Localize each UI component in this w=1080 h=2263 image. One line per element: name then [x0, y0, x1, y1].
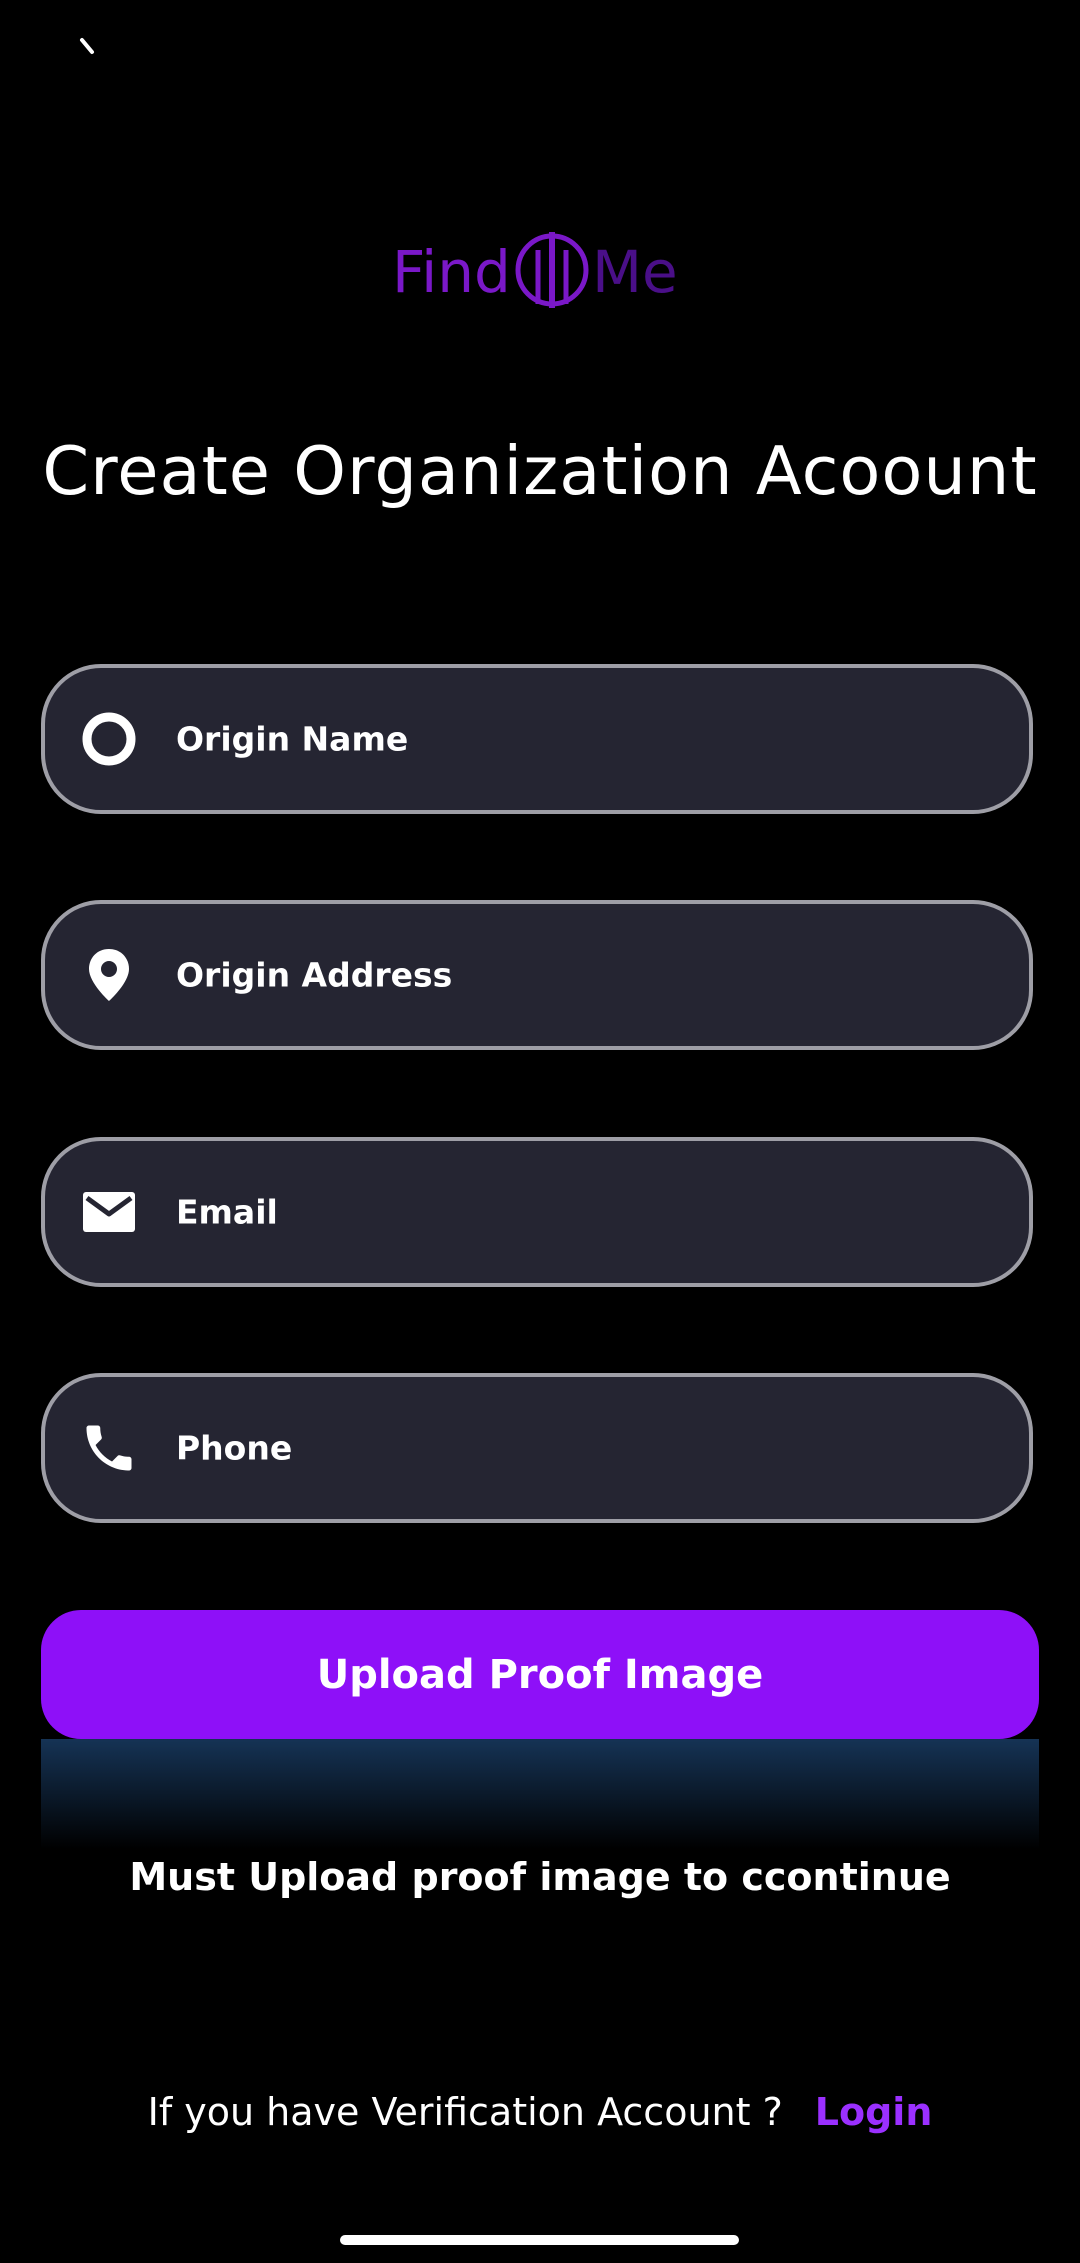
phone-icon [79, 1418, 139, 1478]
back-arrow-icon[interactable] [70, 30, 110, 70]
phone-placeholder: Phone [176, 1428, 293, 1468]
upload-required-notice: Must Upload proof image to ccontinue [129, 1855, 951, 1899]
upload-proof-image-button[interactable]: Upload Proof Image [41, 1610, 1039, 1739]
origin-name-placeholder: Origin Name [176, 719, 409, 759]
email-placeholder: Email [176, 1192, 278, 1232]
origin-name-field[interactable]: Origin Name [41, 664, 1033, 814]
svg-text:Me: Me [592, 238, 678, 306]
email-field[interactable]: Email [41, 1137, 1033, 1287]
login-link[interactable]: Login [815, 2090, 933, 2134]
login-question: If you have Verification Account ? [147, 2090, 783, 2134]
origin-address-field[interactable]: Origin Address [41, 900, 1033, 1050]
svg-text:Find: Find [392, 238, 511, 306]
login-prompt: If you have Verification Account ? Login [0, 2090, 1080, 2134]
ring-icon [79, 709, 139, 769]
button-glow [41, 1739, 1039, 1849]
app-logo: Find Me [392, 220, 712, 320]
page-title: Create Organization Acoount [42, 432, 1038, 510]
envelope-icon [79, 1182, 139, 1242]
origin-address-placeholder: Origin Address [176, 955, 453, 995]
home-indicator[interactable] [340, 2235, 739, 2245]
location-pin-icon [79, 945, 139, 1005]
phone-field[interactable]: Phone [41, 1373, 1033, 1523]
